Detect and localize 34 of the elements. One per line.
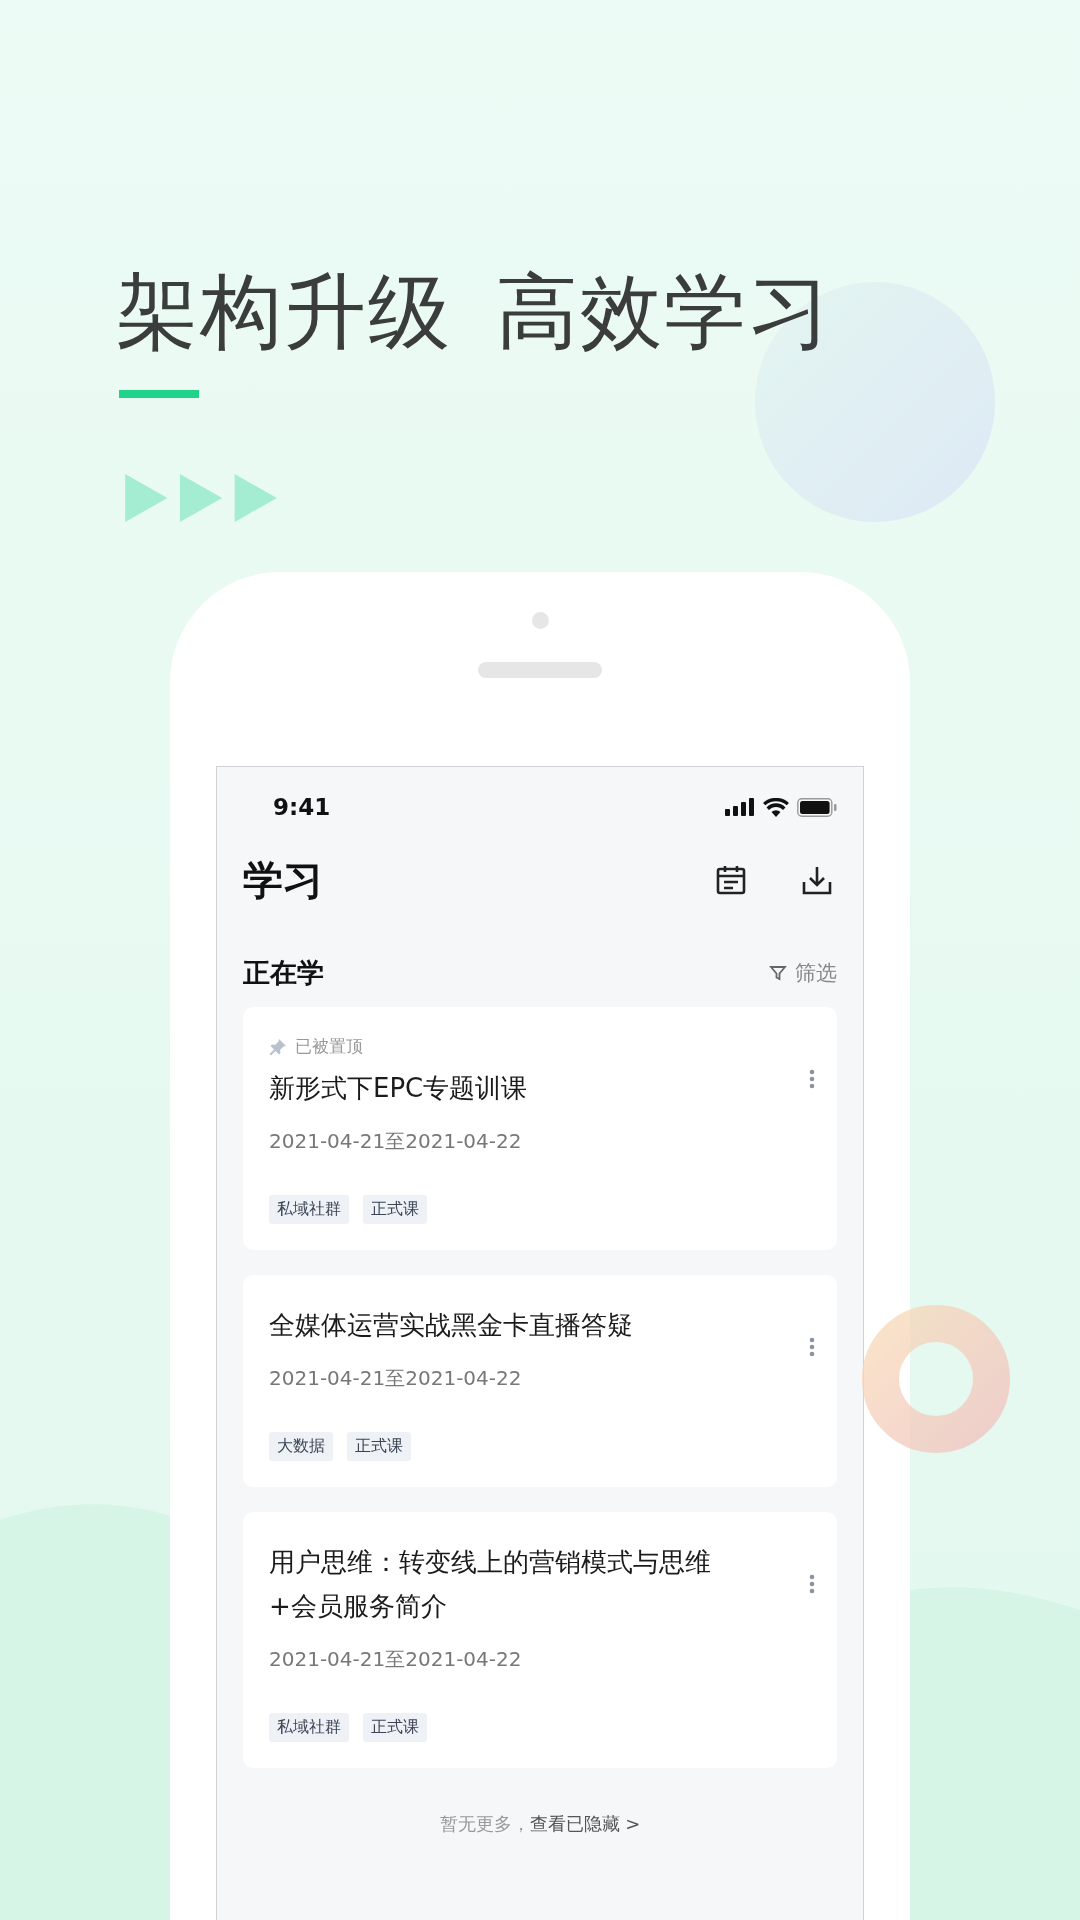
battery-icon: [797, 797, 837, 817]
status-time: 9:41: [273, 794, 331, 820]
course-title: 新形式下EPC专题训课: [269, 1072, 528, 1105]
more-icon[interactable]: [809, 1069, 815, 1089]
download-icon[interactable]: [801, 864, 833, 896]
headline: 高效学习: [496, 263, 832, 361]
wifi-icon: [763, 797, 789, 817]
course-dates: 2021-04-21至2021-04-22: [269, 1646, 523, 1673]
course-tag: 正式课: [363, 1713, 427, 1742]
course-card[interactable]: 全媒体运营实战黑金卡直播答疑 2021-04-21至2021-04-22 大数据 正式课: [243, 1275, 837, 1487]
pinned-label: 已被置顶: [295, 1035, 363, 1058]
camera-dot: [531, 612, 549, 629]
more-icon[interactable]: [809, 1337, 815, 1357]
course-tag: 正式课: [363, 1195, 427, 1224]
hidden-items-link[interactable]: 查看已隐藏 >: [529, 1813, 641, 1834]
course-tag: 私域社群: [269, 1713, 349, 1742]
calendar-icon[interactable]: [715, 864, 747, 896]
more-icon[interactable]: [809, 1574, 815, 1594]
pin-icon: [269, 1037, 287, 1056]
course-tag: 正式课: [347, 1432, 411, 1461]
page-title: 学习: [243, 855, 323, 905]
signal-icon: [725, 798, 755, 816]
course-title: 全媒体运营实战黑金卡直播答疑: [269, 1309, 633, 1342]
course-tag: 大数据: [269, 1432, 333, 1461]
course-title: 用户思维：转变线上的营销模式与思维+会员服务简介: [269, 1546, 712, 1623]
course-card[interactable]: 用户思维：转变线上的营销模式与思维+会员服务简介 2021-04-21至2021-04-22 私域社群 正式课: [243, 1512, 837, 1768]
headline: 架构升级: [116, 263, 452, 361]
filter-icon: [769, 964, 787, 982]
course-card[interactable]: 已被置顶 新形式下EPC专题训课 2021-04-21至2021-04-22 私域社群 正式课: [243, 1007, 837, 1250]
course-dates: 2021-04-21至2021-04-22: [269, 1128, 523, 1155]
course-dates: 2021-04-21至2021-04-22: [269, 1365, 523, 1392]
course-tag: 私域社群: [269, 1195, 349, 1224]
footer-note: 暂无更多，: [439, 1813, 530, 1834]
section-title: 正在学: [243, 956, 324, 990]
